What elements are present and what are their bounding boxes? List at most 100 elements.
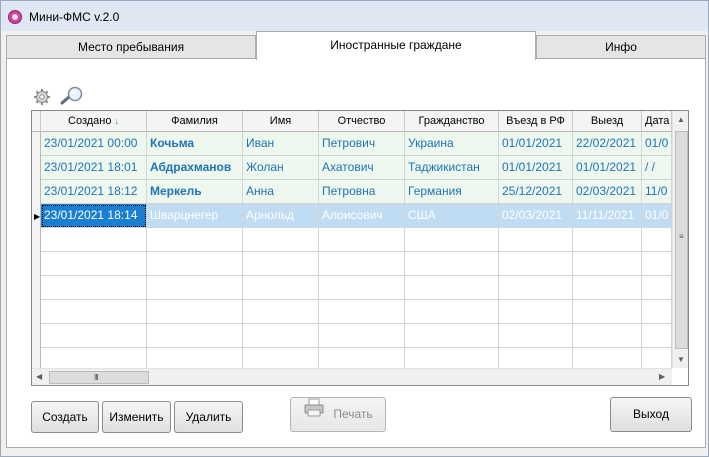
- cell-surname[interactable]: Абдрахманов: [147, 156, 243, 180]
- edit-button[interactable]: Изменить: [102, 401, 171, 433]
- cell-name[interactable]: Арнольд: [243, 204, 319, 228]
- cell-created[interactable]: 23/01/2021 00:00: [41, 132, 147, 156]
- cell-name[interactable]: Жолан: [243, 156, 319, 180]
- tab-info[interactable]: Инфо: [536, 35, 706, 59]
- cell-date[interactable]: [642, 228, 672, 252]
- cell-patronymic[interactable]: Петрович: [319, 132, 405, 156]
- cell-surname[interactable]: Меркель: [147, 180, 243, 204]
- cell-exit[interactable]: [573, 252, 642, 276]
- cell-entry[interactable]: [499, 300, 573, 324]
- cell-citizenship[interactable]: Таджикистан: [405, 156, 499, 180]
- cell-created[interactable]: [41, 252, 147, 276]
- cell-exit[interactable]: 02/03/2021: [573, 180, 642, 204]
- cell-entry[interactable]: 01/01/2021: [499, 156, 573, 180]
- cell-name[interactable]: [243, 300, 319, 324]
- cell-entry[interactable]: [499, 324, 573, 348]
- column-header-surname[interactable]: Фамилия: [147, 111, 243, 132]
- cell-name[interactable]: [243, 276, 319, 300]
- cell-date[interactable]: [642, 324, 672, 348]
- column-header-patronymic[interactable]: Отчество: [319, 111, 405, 132]
- delete-button[interactable]: Удалить: [174, 401, 243, 433]
- exit-button[interactable]: Выход: [610, 397, 692, 432]
- gear-icon[interactable]: [33, 88, 51, 106]
- cell-created[interactable]: [41, 276, 147, 300]
- cell-date[interactable]: 11/0: [642, 180, 672, 204]
- table-row[interactable]: 23/01/2021 00:00 Кочьма Иван Петрович Украин…: [41, 132, 672, 156]
- cell-patronymic[interactable]: Алоисович: [319, 204, 405, 228]
- cell-date[interactable]: 01/0: [642, 204, 672, 228]
- cell-created[interactable]: [41, 324, 147, 348]
- tab-foreign-citizens[interactable]: Иностранные граждане: [256, 31, 536, 60]
- scroll-up-icon[interactable]: ▲: [677, 115, 685, 124]
- cell-patronymic[interactable]: [319, 276, 405, 300]
- cell-citizenship[interactable]: США: [405, 204, 499, 228]
- cell-surname[interactable]: [147, 324, 243, 348]
- column-header-exit[interactable]: Выезд: [573, 111, 642, 132]
- citizens-table[interactable]: Создано ↓ Фамилия Имя Отчество Гражданств…: [31, 110, 689, 386]
- cell-name[interactable]: [243, 252, 319, 276]
- cell-citizenship[interactable]: [405, 324, 499, 348]
- scroll-down-icon[interactable]: ▼: [677, 355, 685, 364]
- table-row[interactable]: 23/01/2021 18:01 Абдрахманов Жолан Ахатович…: [41, 156, 672, 180]
- cell-patronymic[interactable]: [319, 324, 405, 348]
- cell-exit[interactable]: 22/02/2021: [573, 132, 642, 156]
- cell-name[interactable]: Анна: [243, 180, 319, 204]
- cell-citizenship[interactable]: [405, 252, 499, 276]
- cell-exit[interactable]: [573, 228, 642, 252]
- table-row[interactable]: 23/01/2021 18:12 Меркель Анна Петровна Герма…: [41, 180, 672, 204]
- cell-exit[interactable]: 01/01/2021: [573, 156, 642, 180]
- table-row[interactable]: 23/01/2021 18:14 Шварцнегер Арнольд Алоисов…: [41, 204, 672, 228]
- column-header-date[interactable]: Дата: [642, 111, 672, 132]
- empty-table-row[interactable]: [41, 276, 672, 300]
- cell-patronymic[interactable]: [319, 252, 405, 276]
- cell-patronymic[interactable]: [319, 228, 405, 252]
- cell-created[interactable]: 23/01/2021 18:14: [41, 204, 147, 228]
- empty-table-row[interactable]: [41, 300, 672, 324]
- cell-date[interactable]: [642, 252, 672, 276]
- cell-citizenship[interactable]: Германия: [405, 180, 499, 204]
- column-header-entry[interactable]: Въезд в РФ: [499, 111, 573, 132]
- cell-exit[interactable]: [573, 324, 642, 348]
- cell-surname[interactable]: [147, 252, 243, 276]
- cell-entry[interactable]: 25/12/2021: [499, 180, 573, 204]
- cell-patronymic[interactable]: Петровна: [319, 180, 405, 204]
- cell-citizenship[interactable]: Украина: [405, 132, 499, 156]
- cell-exit[interactable]: [573, 300, 642, 324]
- scroll-right-icon[interactable]: ▶: [659, 372, 665, 381]
- cell-entry[interactable]: [499, 252, 573, 276]
- empty-table-row[interactable]: [41, 252, 672, 276]
- scroll-left-icon[interactable]: ◀: [36, 372, 42, 381]
- column-header-citizenship[interactable]: Гражданство: [405, 111, 499, 132]
- cell-patronymic[interactable]: Ахатович: [319, 156, 405, 180]
- cell-surname[interactable]: Шварцнегер: [147, 204, 243, 228]
- cell-surname[interactable]: [147, 228, 243, 252]
- cell-citizenship[interactable]: [405, 300, 499, 324]
- search-icon[interactable]: [60, 86, 86, 105]
- cell-citizenship[interactable]: [405, 228, 499, 252]
- cell-surname[interactable]: [147, 276, 243, 300]
- vertical-scroll-thumb[interactable]: ≡: [675, 131, 688, 349]
- cell-patronymic[interactable]: [319, 300, 405, 324]
- cell-created[interactable]: 23/01/2021 18:01: [41, 156, 147, 180]
- cell-surname[interactable]: [147, 300, 243, 324]
- cell-created[interactable]: [41, 228, 147, 252]
- empty-table-row[interactable]: [41, 324, 672, 348]
- cell-created[interactable]: 23/01/2021 18:12: [41, 180, 147, 204]
- empty-table-row[interactable]: [41, 228, 672, 252]
- cell-entry[interactable]: [499, 228, 573, 252]
- cell-entry[interactable]: 02/03/2021: [499, 204, 573, 228]
- cell-citizenship[interactable]: [405, 276, 499, 300]
- create-button[interactable]: Создать: [31, 401, 99, 433]
- cell-exit[interactable]: [573, 276, 642, 300]
- cell-entry[interactable]: [499, 276, 573, 300]
- cell-name[interactable]: [243, 228, 319, 252]
- cell-date[interactable]: [642, 300, 672, 324]
- horizontal-scroll-thumb[interactable]: III: [49, 371, 149, 384]
- print-button[interactable]: Печать: [290, 397, 386, 432]
- cell-date[interactable]: / /: [642, 156, 672, 180]
- vertical-scrollbar[interactable]: ▲ ≡ ▼: [672, 111, 688, 368]
- cell-created[interactable]: [41, 300, 147, 324]
- cell-surname[interactable]: Кочьма: [147, 132, 243, 156]
- cell-name[interactable]: Иван: [243, 132, 319, 156]
- cell-exit[interactable]: 11/11/2021: [573, 204, 642, 228]
